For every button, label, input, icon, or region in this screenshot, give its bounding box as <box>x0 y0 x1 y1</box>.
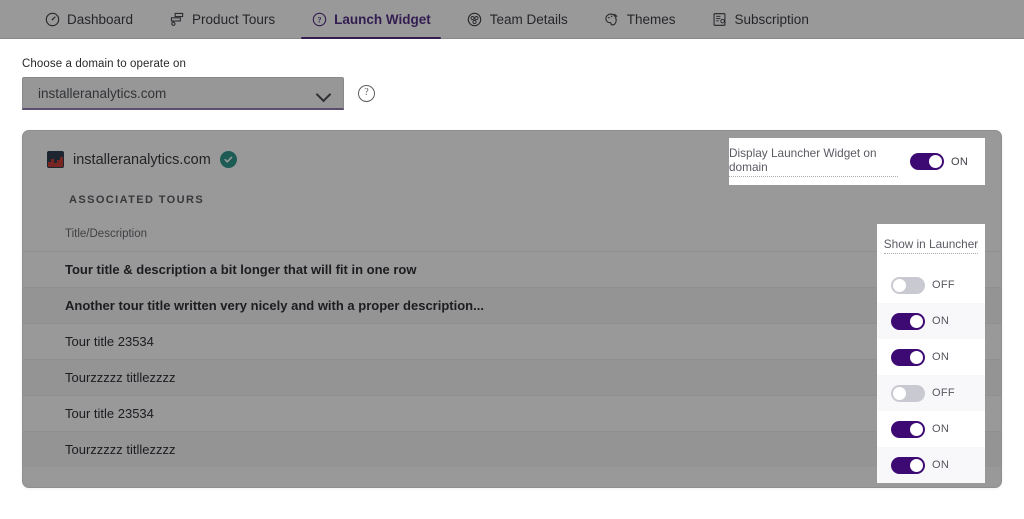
toggle-state-label: ON <box>932 315 950 328</box>
nav-tab-list: Dashboard Product Tours ? Launch Widget … <box>0 0 827 39</box>
toggle-state-label: ON <box>932 423 950 436</box>
tab-themes[interactable]: Themes <box>586 0 694 39</box>
toggle-state-label: OFF <box>932 387 955 400</box>
domain-chooser-label: Choose a domain to operate on <box>22 58 187 70</box>
domain-select-value: installeranalytics.com <box>38 85 167 101</box>
table-row[interactable]: Another tour title written very nicely a… <box>23 287 1001 323</box>
toggle-knob <box>910 350 923 364</box>
toggle-knob <box>910 458 923 472</box>
show-in-launcher-toggle-wrap: ON <box>891 312 954 330</box>
tour-title: Tour title 23534 <box>65 406 154 421</box>
list-item: OFF <box>877 375 985 412</box>
table-row[interactable]: Tourzzzzz titllezzzz <box>23 431 1001 467</box>
top-navigation-bar: Dashboard Product Tours ? Launch Widget … <box>0 0 1024 39</box>
column-header-title-description: Title/Description <box>65 228 148 240</box>
tab-subscription[interactable]: Subscription <box>694 0 827 39</box>
domain-select[interactable]: installeranalytics.com <box>22 77 344 110</box>
table-row[interactable]: Tourzzzzz titllezzzz <box>23 359 1001 395</box>
tab-dashboard[interactable]: Dashboard <box>26 0 151 39</box>
chevron-down-icon <box>317 89 331 98</box>
show-in-launcher-toggle-list: OFF ON ON OFF ON ON <box>877 267 985 484</box>
palette-icon <box>604 12 620 28</box>
table-row[interactable]: Tour title & description a bit longer th… <box>23 251 1001 287</box>
show-in-launcher-toggle-wrap: ON <box>891 348 954 366</box>
list-item: ON <box>877 447 985 484</box>
site-favicon-icon <box>47 151 64 168</box>
display-launcher-widget-toggle[interactable] <box>910 153 944 170</box>
tab-team-details[interactable]: Team Details <box>449 0 586 39</box>
help-circle-icon[interactable]: ? <box>358 85 375 102</box>
show-in-launcher-spotlight: Show in Launcher OFF ON ON OFF ON ON <box>877 224 985 484</box>
tour-title: Tourzzzzz titllezzzz <box>65 370 176 385</box>
tab-label: Product Tours <box>192 12 276 27</box>
show-in-launcher-toggle-wrap: OFF <box>891 384 955 402</box>
table-row[interactable]: Tour title 23534 <box>23 395 1001 431</box>
domain-chooser: Choose a domain to operate on installera… <box>22 58 375 110</box>
verified-check-icon <box>219 151 237 168</box>
domain-card-title: installeranalytics.com <box>73 151 211 168</box>
gauge-icon <box>44 12 60 28</box>
tour-title: Tour title 23534 <box>65 334 154 349</box>
show-in-launcher-toggle[interactable] <box>891 456 925 474</box>
dimmed-page-layer: Dashboard Product Tours ? Launch Widget … <box>0 0 1024 519</box>
list-item: ON <box>877 411 985 448</box>
show-in-launcher-toggle-wrap: ON <box>891 456 954 474</box>
toggle-knob <box>910 422 923 436</box>
tours-list: Tour title & description a bit longer th… <box>23 251 1001 467</box>
toggle-state-label: OFF <box>932 279 955 292</box>
display-launcher-widget-spotlight: Display Launcher Widget on domain ON <box>729 138 985 185</box>
invoice-icon <box>712 12 728 28</box>
tab-label: Subscription <box>734 12 809 27</box>
toggle-state-label: ON <box>932 459 950 472</box>
app-root: Dashboard Product Tours ? Launch Widget … <box>0 0 1024 519</box>
svg-text:?: ? <box>317 16 321 25</box>
toggle-state-label: ON <box>951 155 969 168</box>
display-launcher-widget-toggle-wrap: ON <box>910 153 973 170</box>
tour-title: Tour title & description a bit longer th… <box>65 262 417 277</box>
show-in-launcher-toggle-wrap: OFF <box>891 276 955 294</box>
domain-chooser-row: installeranalytics.com ? <box>22 77 375 110</box>
show-in-launcher-toggle[interactable] <box>891 384 925 402</box>
tab-label: Dashboard <box>67 12 134 27</box>
toggle-knob <box>893 386 906 400</box>
tour-title: Tourzzzzz titllezzzz <box>65 442 176 457</box>
display-launcher-widget-label: Display Launcher Widget on domain <box>729 146 898 178</box>
list-item: ON <box>877 303 985 340</box>
tab-label: Launch Widget <box>334 12 431 27</box>
show-in-launcher-toggle[interactable] <box>891 348 925 366</box>
team-icon <box>467 12 483 28</box>
toggle-knob <box>929 155 942 168</box>
show-in-launcher-toggle-wrap: ON <box>891 420 954 438</box>
list-item: OFF <box>877 267 985 304</box>
show-in-launcher-header: Show in Launcher <box>877 224 985 255</box>
tab-label: Team Details <box>489 12 568 27</box>
tab-launch-widget[interactable]: ? Launch Widget <box>293 0 449 39</box>
show-in-launcher-toggle[interactable] <box>891 420 925 438</box>
tab-product-tours[interactable]: Product Tours <box>151 0 293 39</box>
toggle-knob <box>910 314 923 328</box>
tab-label: Themes <box>626 12 676 27</box>
toggle-knob <box>893 278 906 292</box>
question-circle-icon: ? <box>311 12 327 28</box>
list-item: ON <box>877 339 985 376</box>
tour-title: Another tour title written very nicely a… <box>65 298 484 313</box>
show-in-launcher-toggle[interactable] <box>891 312 925 330</box>
show-in-launcher-label: Show in Launcher <box>883 237 979 255</box>
toggle-state-label: ON <box>932 351 950 364</box>
sitemap-icon <box>169 12 185 28</box>
table-row[interactable]: Tour title 23534 <box>23 323 1001 359</box>
show-in-launcher-toggle[interactable] <box>891 276 925 294</box>
